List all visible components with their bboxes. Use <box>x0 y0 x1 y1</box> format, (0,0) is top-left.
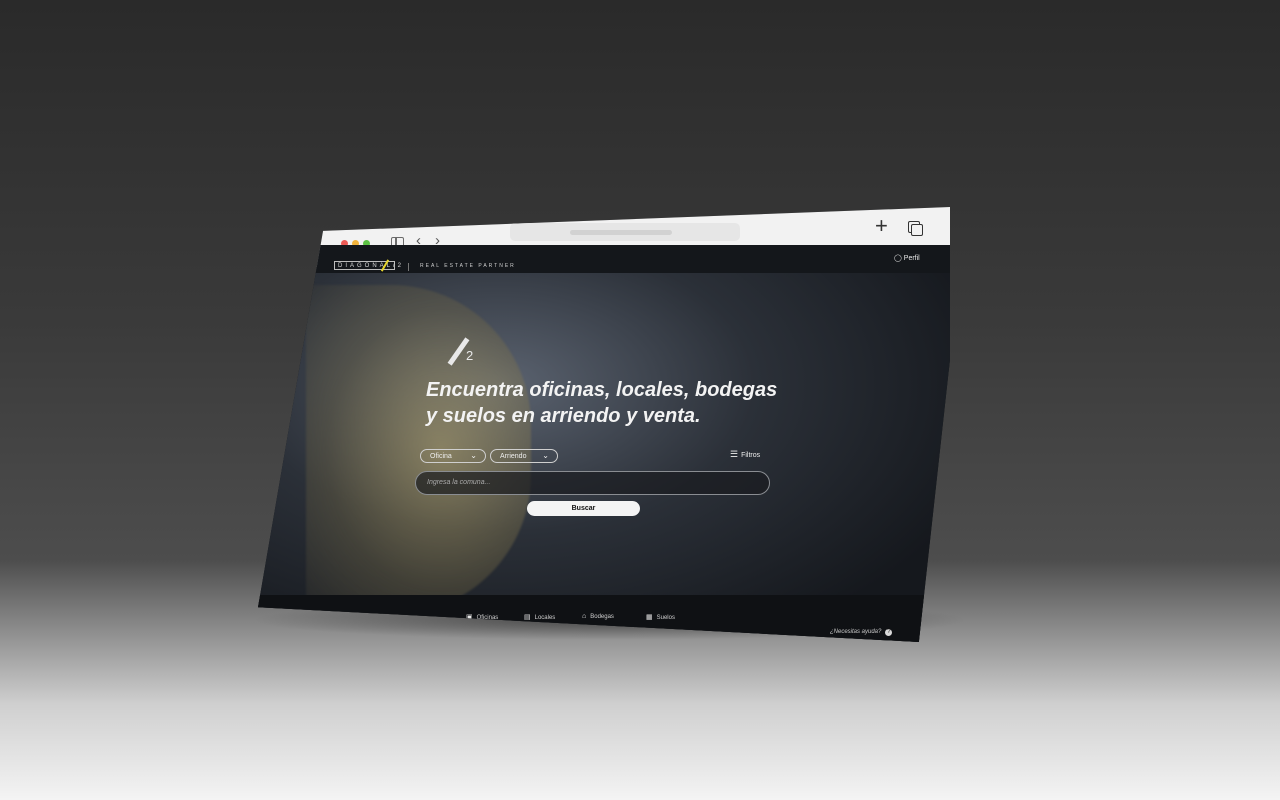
nav-bodegas-label: Bodegas <box>590 614 614 620</box>
question-icon: ? <box>885 629 893 636</box>
nav-locales-label: Locales <box>534 615 556 621</box>
browser-mockup: ‹ › + DIAGONAL/2 REAL ESTATE PARTNER ◯ P… <box>258 207 950 642</box>
filters-button[interactable]: ☰ Filtros <box>730 449 760 460</box>
nav-suelos[interactable]: ▦ Suelos <box>646 613 675 621</box>
property-type-select[interactable]: Oficina ⌄ <box>420 449 486 463</box>
address-placeholder <box>570 230 672 235</box>
operation-select[interactable]: Arriendo ⌄ <box>490 449 558 463</box>
chevron-down-icon: ⌄ <box>542 451 549 460</box>
profile-link[interactable]: ◯ Perfil <box>894 254 920 262</box>
operation-value: Arriendo <box>500 453 527 460</box>
headline-line-2: y suelos en arriendo y venta. <box>426 405 701 427</box>
sliders-icon: ☰ <box>730 449 739 459</box>
nav-bodegas[interactable]: ⌂ Bodegas <box>582 613 614 620</box>
tabs-overview-icon[interactable] <box>908 221 923 236</box>
plus-icon[interactable]: + <box>875 215 888 237</box>
site-header: DIAGONAL/2 REAL ESTATE PARTNER ◯ Perfil <box>258 245 950 273</box>
nav-suelos-label: Suelos <box>656 615 675 621</box>
warehouse-icon: ⌂ <box>582 613 587 620</box>
storefront-icon: ▤ <box>524 614 531 621</box>
hero-mark-number: 2 <box>466 348 474 363</box>
help-text: ¿Necesitas ayuda? <box>830 629 882 635</box>
nav-locales[interactable]: ▤ Locales <box>524 613 555 621</box>
website: DIAGONAL/2 REAL ESTATE PARTNER ◯ Perfil … <box>258 245 950 642</box>
filters-label: Filtros <box>741 452 761 459</box>
land-icon: ▦ <box>646 614 653 621</box>
search-button[interactable]: Buscar <box>527 501 640 516</box>
help-link[interactable]: ¿Necesitas ayuda?? <box>830 629 893 636</box>
site-tagline: REAL ESTATE PARTNER <box>420 263 516 269</box>
address-bar[interactable] <box>510 223 740 241</box>
hero-headline: Encuentra oficinas, locales, bodegas y s… <box>426 377 786 429</box>
profile-label: Perfil <box>903 255 920 262</box>
headline-line-1: Encuentra oficinas, locales, bodegas <box>426 379 778 401</box>
commune-search-input[interactable]: Ingresa la comuna... <box>415 471 770 495</box>
chevron-down-icon: ⌄ <box>470 451 477 460</box>
header-divider <box>408 263 409 271</box>
property-type-value: Oficina <box>430 453 452 460</box>
